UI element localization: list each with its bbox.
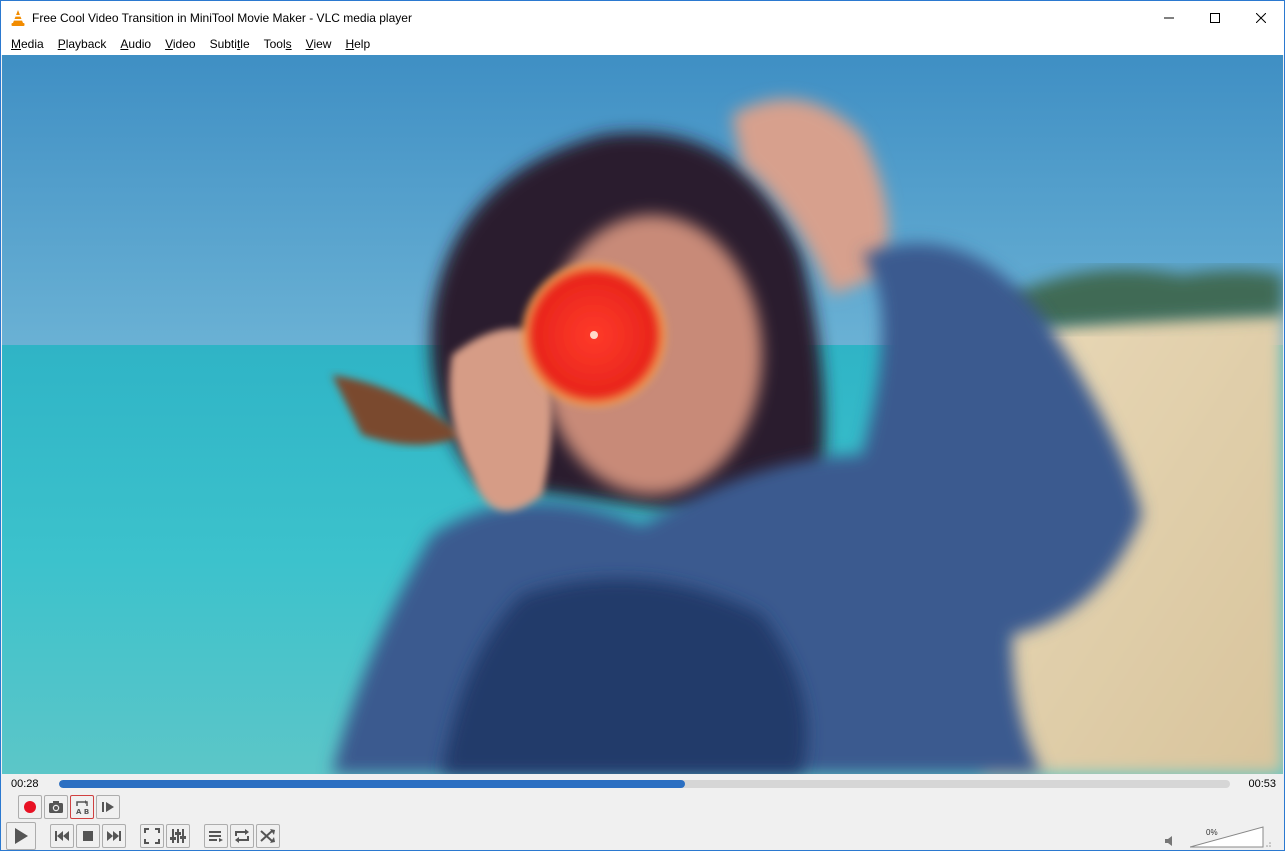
menu-media[interactable]: Media: [4, 34, 51, 55]
play-button[interactable]: [6, 822, 36, 850]
shuffle-icon: [260, 829, 275, 843]
stop-button[interactable]: [76, 824, 100, 848]
seek-progress: [59, 780, 686, 788]
play-icon: [15, 828, 28, 844]
menu-playback[interactable]: Playback: [51, 34, 114, 55]
previous-icon: [55, 831, 69, 841]
extended-settings-icon: [170, 829, 186, 843]
record-icon: [24, 801, 36, 813]
seek-slider[interactable]: [59, 780, 1230, 788]
playlist-button[interactable]: [204, 824, 228, 848]
title-bar[interactable]: Free Cool Video Transition in MiniTool M…: [1, 1, 1284, 34]
volume-percent: 0%: [1206, 828, 1218, 837]
minimize-button[interactable]: [1146, 1, 1192, 34]
frame-step-button[interactable]: [96, 795, 120, 819]
stop-icon: [83, 831, 93, 841]
record-button[interactable]: [18, 795, 42, 819]
playlist-icon: [209, 831, 223, 842]
seek-row: 00:28 00:53: [1, 774, 1284, 794]
frame-step-icon: [102, 802, 114, 812]
maximize-icon: [1210, 12, 1220, 23]
volume-control: 0%: [1164, 824, 1274, 850]
snapshot-icon: [49, 801, 63, 813]
minimize-icon: [1164, 17, 1174, 18]
svg-text:A B: A B: [76, 808, 89, 815]
previous-button[interactable]: [50, 824, 74, 848]
ab-loop-icon: A B: [76, 800, 89, 815]
speaker-icon[interactable]: [1164, 836, 1174, 846]
snapshot-button[interactable]: [44, 795, 68, 819]
main-controls: [6, 822, 294, 850]
maximize-button[interactable]: [1192, 1, 1238, 34]
next-icon: [107, 831, 121, 841]
menu-subtitle[interactable]: Subtitle: [203, 34, 257, 55]
extended-settings-button[interactable]: [166, 824, 190, 848]
resize-grip-icon[interactable]: [1264, 840, 1272, 848]
loop-icon: [235, 829, 249, 843]
shuffle-button[interactable]: [256, 824, 280, 848]
menu-help[interactable]: Help: [338, 34, 377, 55]
menu-video[interactable]: Video: [158, 34, 202, 55]
loop-button[interactable]: [230, 824, 254, 848]
window-title: Free Cool Video Transition in MiniTool M…: [32, 10, 412, 25]
next-button[interactable]: [102, 824, 126, 848]
menu-bar: Media Playback Audio Video Subtitle Tool…: [1, 34, 1284, 55]
vlc-cone-icon[interactable]: [10, 9, 26, 26]
playlist-group: [204, 824, 280, 848]
menu-view[interactable]: View: [299, 34, 339, 55]
vlc-window: Free Cool Video Transition in MiniTool M…: [0, 0, 1285, 851]
view-group: [140, 824, 190, 848]
fullscreen-icon: [144, 828, 160, 844]
elapsed-time: 00:28: [11, 778, 39, 790]
video-frame-image: [2, 55, 1283, 774]
menu-audio[interactable]: Audio: [113, 34, 158, 55]
window-controls: [1146, 1, 1284, 34]
ab-loop-button[interactable]: A B: [70, 795, 94, 819]
fullscreen-button[interactable]: [140, 824, 164, 848]
close-button[interactable]: [1238, 1, 1284, 34]
close-icon: [1256, 12, 1266, 23]
transport-group: [50, 824, 126, 848]
advanced-controls: A B: [18, 795, 120, 819]
menu-tools[interactable]: Tools: [257, 34, 299, 55]
total-time: 00:53: [1248, 778, 1276, 790]
volume-slider[interactable]: [1190, 826, 1264, 848]
video-surface[interactable]: [2, 55, 1283, 774]
